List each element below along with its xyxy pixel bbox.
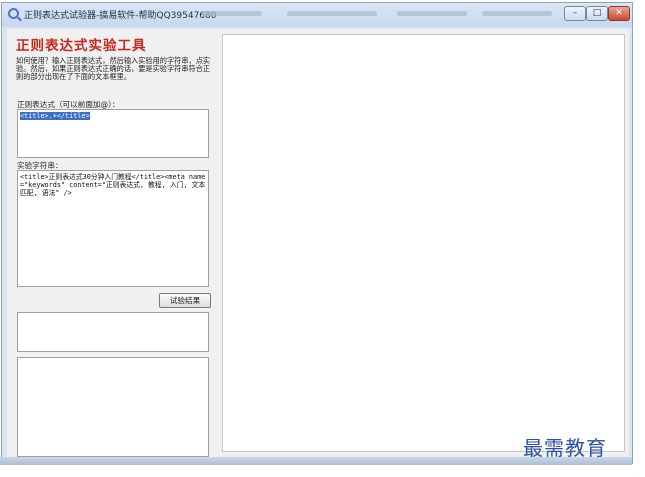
title-bar[interactable]: 正则表达式试验器-搞易软件-帮助QQ39547680 – □ ✕ [2,3,632,27]
blurred-region [287,11,377,16]
blurred-region [397,11,467,16]
result-output-2[interactable] [17,357,209,457]
blurred-region [482,11,552,16]
close-button[interactable]: ✕ [608,6,630,21]
match-results-panel[interactable] [222,34,625,452]
app-window: 正则表达式试验器-搞易软件-帮助QQ39547680 – □ ✕ 正则表达式实验… [1,2,633,464]
maximize-button[interactable]: □ [586,6,608,21]
help-text: 如何使用？输入正则表达式，然后输入实验用的字符串，点实验。然后，如果正则表达式正… [16,56,211,81]
test-string-input[interactable]: <title>正则表达式30分钟入门教程</title><meta name="… [17,170,209,287]
regex-input[interactable]: <title>.+</title> [17,109,209,158]
regex-selected-text: <title>.+</title> [20,112,90,120]
app-title: 正则表达式实验工具 [16,38,147,54]
window-title: 正则表达式试验器-搞易软件-帮助QQ39547680 [24,11,217,21]
magnifier-icon [8,8,19,19]
result-output-1[interactable] [17,312,209,352]
test-button[interactable]: 试验结果 [159,293,211,308]
blurred-region [202,11,262,16]
client-area: 正则表达式实验工具 如何使用？输入正则表达式，然后输入实验用的字符串，点实验。然… [7,29,629,459]
left-panel: 正则表达式实验工具 如何使用？输入正则表达式，然后输入实验用的字符串，点实验。然… [7,29,215,459]
minimize-button[interactable]: – [564,6,586,21]
watermark: 最需教育 [523,436,607,460]
